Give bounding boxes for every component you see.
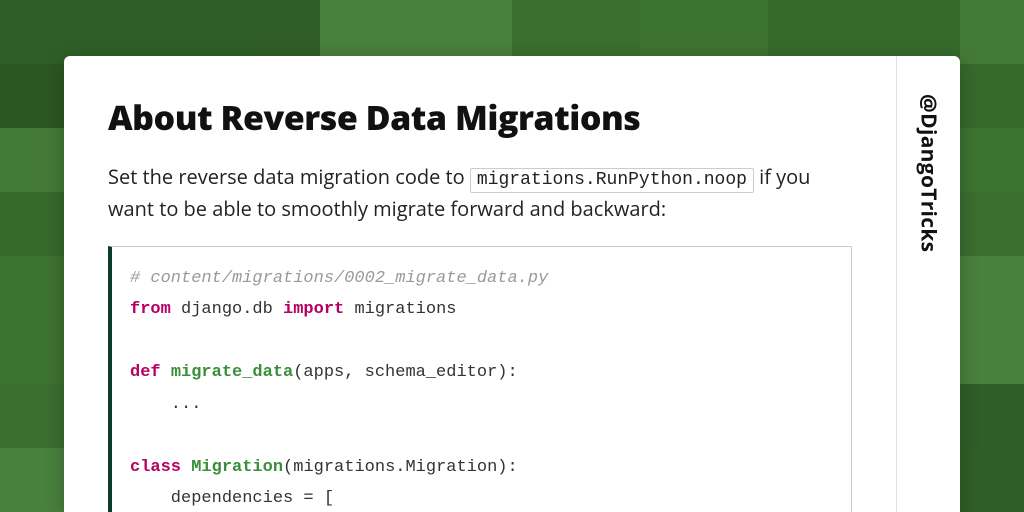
desc-pre: Set the reverse data migration code to bbox=[108, 163, 470, 190]
description: Set the reverse data migration code to m… bbox=[108, 162, 852, 224]
author-handle: @DjangoTricks bbox=[915, 94, 943, 252]
kw-def: def bbox=[130, 363, 161, 382]
card: About Reverse Data Migrations Set the re… bbox=[64, 56, 960, 512]
code-text: migrations bbox=[344, 300, 456, 319]
code-block: # content/migrations/0002_migrate_data.p… bbox=[108, 246, 852, 512]
content-column: About Reverse Data Migrations Set the re… bbox=[64, 56, 896, 512]
code-text bbox=[181, 458, 191, 477]
code-text: ... bbox=[130, 395, 201, 414]
fn-name: migrate_data bbox=[171, 363, 293, 382]
code-comment: # content/migrations/0002_migrate_data.p… bbox=[130, 269, 548, 288]
code-text: django.db bbox=[171, 300, 283, 319]
page-title: About Reverse Data Migrations bbox=[108, 94, 852, 140]
kw-class: class bbox=[130, 458, 181, 477]
kw-from: from bbox=[130, 300, 171, 319]
code-text: (migrations.Migration): bbox=[283, 458, 518, 477]
inline-code: migrations.RunPython.noop bbox=[470, 168, 754, 193]
code-text bbox=[161, 363, 171, 382]
code-text: (apps, schema_editor): bbox=[293, 363, 517, 382]
sidebar: @DjangoTricks bbox=[896, 56, 960, 512]
class-name: Migration bbox=[191, 458, 283, 477]
kw-import: import bbox=[283, 300, 344, 319]
code-text: dependencies = [ bbox=[130, 489, 334, 508]
